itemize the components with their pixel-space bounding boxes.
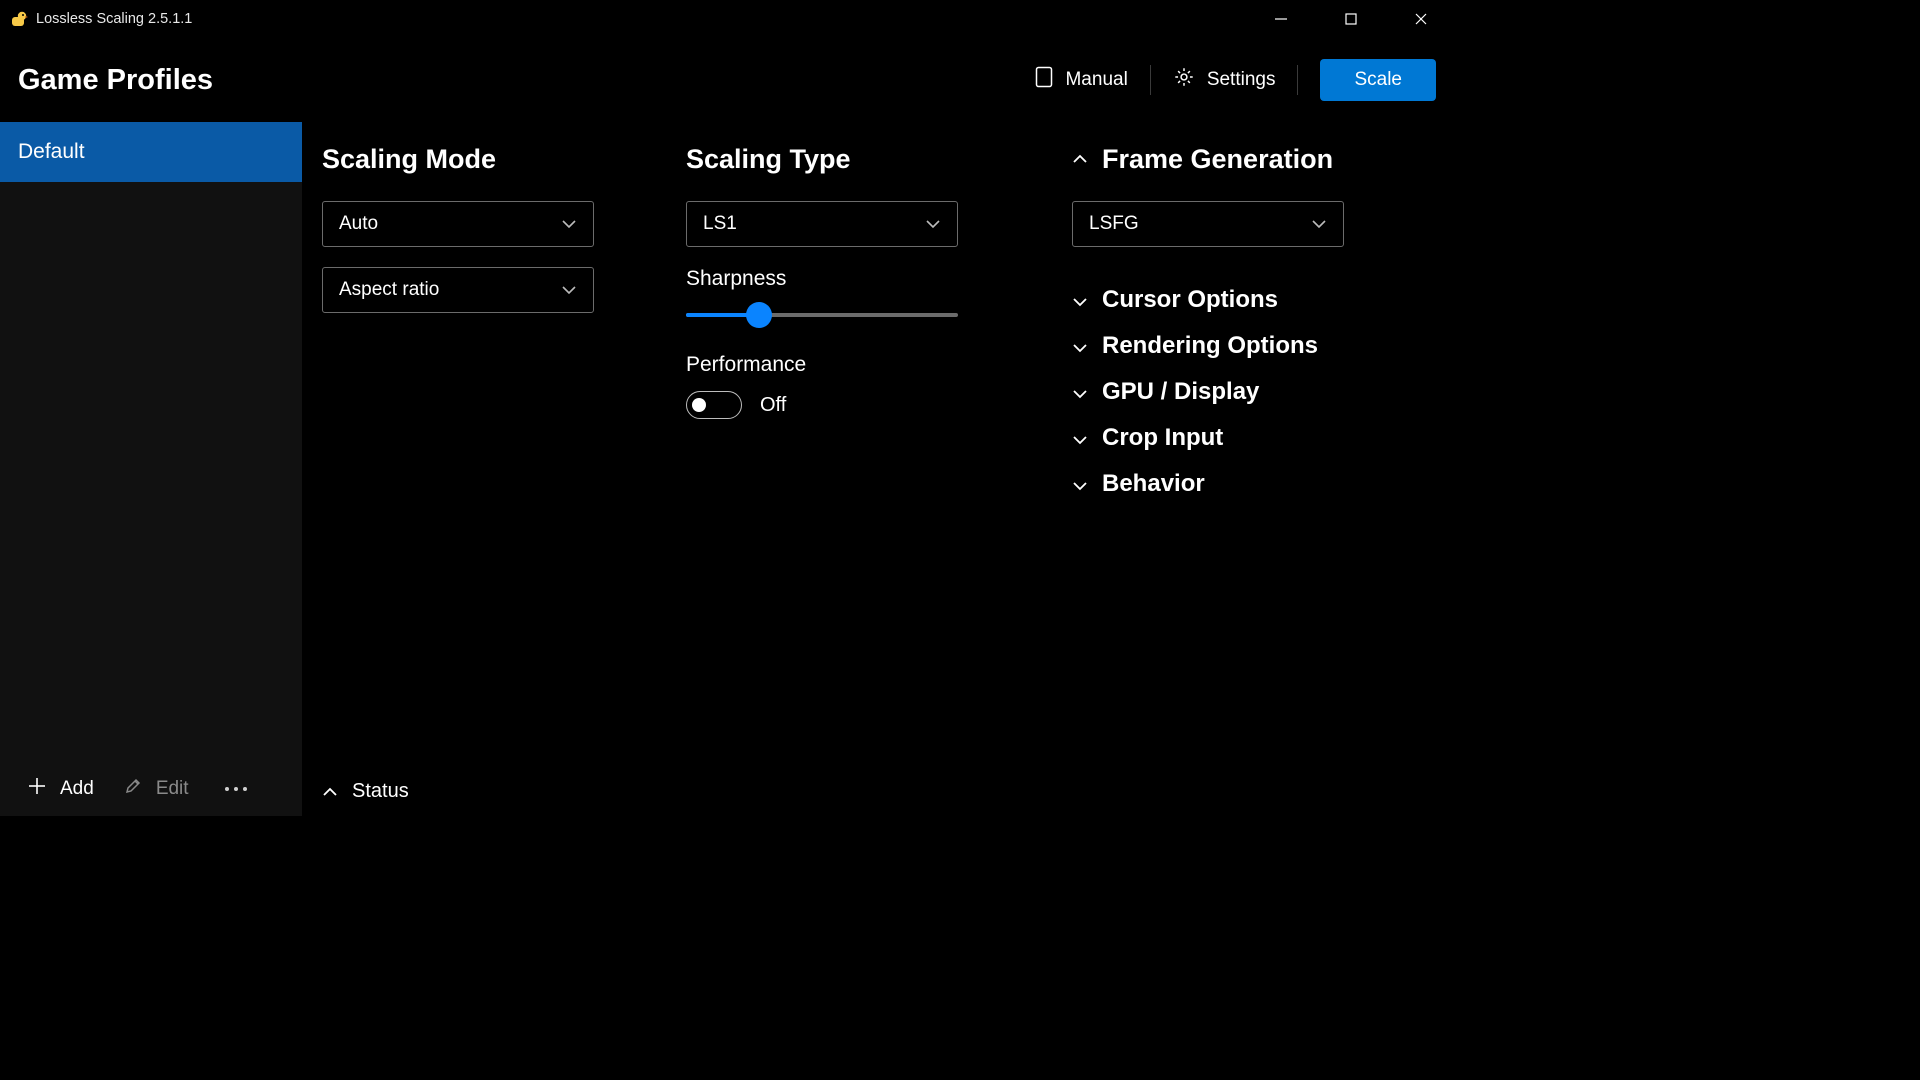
chevron-down-icon [1072,424,1088,452]
performance-toggle[interactable] [686,391,742,419]
page-title: Game Profiles [18,64,213,97]
body: Default Add Edit [0,122,1456,816]
settings-label: Settings [1207,69,1276,91]
slider-track [686,313,958,317]
chevron-down-icon [1072,332,1088,360]
add-label: Add [60,778,94,800]
chevron-down-icon [1072,286,1088,314]
chevron-up-icon [322,780,338,803]
accordion-rendering-options[interactable]: Rendering Options [1072,323,1436,369]
frame-generation-header[interactable]: Frame Generation [1072,144,1436,175]
frame-generation-combo[interactable]: LSFG [1072,201,1344,247]
edit-label: Edit [156,778,189,800]
accordion-label: Crop Input [1102,424,1223,452]
performance-state: Off [760,394,786,417]
minimize-button[interactable] [1246,0,1316,38]
col-accordions: Frame Generation LSFG Cursor Options [1072,144,1456,766]
col-scaling-mode: Scaling Mode Auto Aspect ratio [302,144,686,766]
accordion-label: GPU / Display [1102,378,1259,406]
accordion-crop-input[interactable]: Crop Input [1072,415,1436,461]
titlebar-left: Lossless Scaling 2.5.1.1 [10,10,192,28]
chevron-down-icon [561,279,577,301]
profile-label: Default [18,140,85,164]
accordion-cursor-options[interactable]: Cursor Options [1072,277,1436,323]
chevron-down-icon [561,213,577,235]
performance-label: Performance [686,353,1052,377]
settings-button[interactable]: Settings [1151,56,1298,104]
manual-label: Manual [1065,69,1127,91]
accordion-label: Rendering Options [1102,332,1318,360]
add-profile-button[interactable]: Add [28,777,94,801]
chevron-down-icon [925,213,941,235]
header-actions: Manual Settings Scale [1013,56,1436,104]
sharpness-slider[interactable] [686,305,958,325]
accordion-behavior[interactable]: Behavior [1072,461,1436,507]
scaling-type-combo[interactable]: LS1 [686,201,958,247]
chevron-down-icon [1072,470,1088,498]
scaling-mode-title: Scaling Mode [322,144,666,175]
accordion-label: Cursor Options [1102,286,1278,314]
toggle-knob [692,398,706,412]
plus-icon [28,777,46,801]
scaling-type-title: Scaling Type [686,144,1052,175]
sharpness-label: Sharpness [686,267,1052,291]
more-button[interactable] [219,787,253,791]
header-row: Game Profiles Manual Settings Scale [0,38,1456,122]
col-scaling-type: Scaling Type LS1 Sharpness Pe [686,144,1072,766]
window-controls [1246,0,1456,38]
accordion-label: Behavior [1102,470,1205,498]
profiles-list: Default [0,122,302,762]
frame-generation-title: Frame Generation [1102,144,1333,175]
manual-icon [1035,66,1053,94]
chevron-down-icon [1072,378,1088,406]
scaling-fit-combo[interactable]: Aspect ratio [322,267,594,313]
slider-thumb[interactable] [746,302,772,328]
accordion-gpu-display[interactable]: GPU / Display [1072,369,1436,415]
window-title: Lossless Scaling 2.5.1.1 [36,11,192,27]
manual-button[interactable]: Manual [1013,56,1149,104]
status-bar[interactable]: Status [302,766,1456,816]
pencil-icon [124,777,142,801]
maximize-button[interactable] [1316,0,1386,38]
performance-toggle-row: Off [686,391,1052,419]
chevron-up-icon [1072,151,1088,169]
combo-value: Auto [339,213,378,235]
combo-value: LS1 [703,213,737,235]
profile-item-default[interactable]: Default [0,122,302,182]
status-label: Status [352,780,409,803]
separator [1297,65,1298,95]
close-button[interactable] [1386,0,1456,38]
main: Scaling Mode Auto Aspect ratio [302,122,1456,816]
chevron-down-icon [1311,213,1327,235]
columns: Scaling Mode Auto Aspect ratio [302,122,1456,766]
sidebar-footer: Add Edit [0,762,302,816]
gear-icon [1173,66,1195,94]
app-window: Lossless Scaling 2.5.1.1 Game Profiles M… [0,0,1456,816]
sidebar: Default Add Edit [0,122,302,816]
scaling-mode-combo[interactable]: Auto [322,201,594,247]
combo-value: Aspect ratio [339,279,439,301]
edit-profile-button[interactable]: Edit [124,777,189,801]
scale-button[interactable]: Scale [1320,59,1436,101]
combo-value: LSFG [1089,213,1139,235]
titlebar: Lossless Scaling 2.5.1.1 [0,0,1456,38]
app-icon [10,10,28,28]
